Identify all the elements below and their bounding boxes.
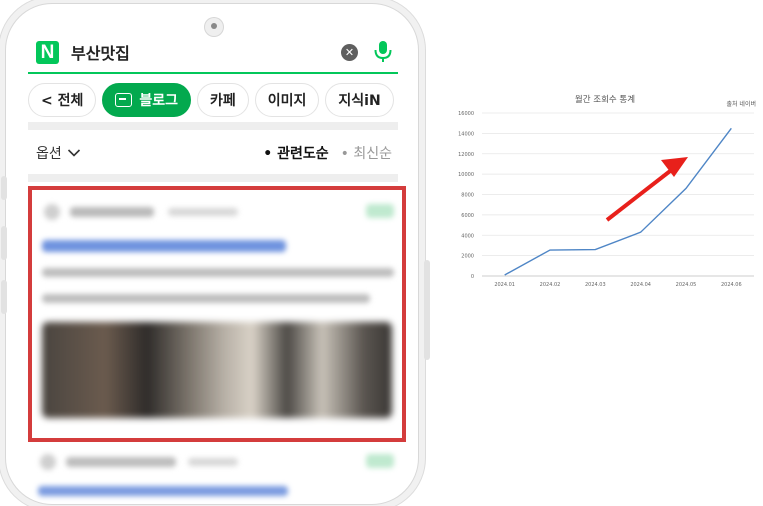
views-series-line: [505, 128, 732, 275]
highlighted-blog-result[interactable]: [28, 186, 406, 442]
tab-blog[interactable]: 블로그: [102, 83, 191, 117]
tab-cafe-label: 카페: [210, 90, 236, 110]
blog-snippet-line: [42, 268, 394, 277]
sort-relevance[interactable]: • 관련도순: [263, 143, 328, 163]
y-tick-label: 16000: [458, 111, 474, 117]
blog-badge: [366, 204, 394, 218]
blog-avatar: [40, 454, 56, 470]
blog-date-text: [168, 208, 238, 216]
x-tick-label: 2024.05: [676, 282, 697, 288]
tab-kin[interactable]: 지식iN: [325, 83, 393, 117]
next-blog-result[interactable]: [28, 446, 398, 506]
tab-kin-label: 지식iN: [338, 90, 380, 110]
sort-options: • 관련도순 • 최신순: [251, 143, 392, 163]
blog-title-link[interactable]: [38, 486, 288, 496]
blog-icon: [115, 93, 132, 107]
options-dropdown[interactable]: 옵션: [36, 143, 251, 163]
search-input[interactable]: 부산맛집: [71, 40, 341, 64]
phone-volume-up: [1, 226, 7, 260]
chart-source: 출처 네이버: [726, 100, 756, 108]
x-tick-label: 2024.03: [585, 282, 606, 288]
blog-title-link[interactable]: [42, 240, 286, 252]
chevron-down-icon: [67, 148, 81, 158]
phone-volume-down: [1, 280, 7, 314]
y-tick-label: 0: [471, 274, 474, 280]
phone-power-button: [424, 260, 430, 360]
blog-author-text: [70, 207, 154, 217]
tab-blog-label: 블로그: [139, 90, 178, 110]
blog-avatar: [44, 204, 60, 220]
naver-logo-icon: N: [36, 41, 59, 64]
trend-arrow: [607, 157, 688, 220]
monthly-views-chart: 월간 조회수 통계 출처 네이버 0 2000 4000 6000 8000 10000 1…: [450, 88, 760, 298]
y-tick-label: 14000: [458, 131, 474, 137]
y-tick-label: 12000: [458, 152, 474, 158]
y-tick-label: 4000: [461, 233, 474, 239]
section-divider: [28, 122, 398, 130]
x-tick-label: 2024.04: [630, 282, 651, 288]
x-tick-label: 2024.01: [494, 282, 515, 288]
sort-latest[interactable]: • 최신순: [341, 143, 392, 163]
options-label: 옵션: [36, 143, 62, 163]
section-divider: [28, 174, 398, 182]
tab-cafe[interactable]: 카페: [197, 83, 249, 117]
tab-all-label: < 전체: [41, 90, 83, 110]
tab-all[interactable]: < 전체: [28, 83, 96, 117]
blog-badge: [366, 454, 394, 468]
y-tick-label: 8000: [461, 193, 474, 199]
phone-frame: N 부산맛집 ✕ < 전체 블로그 카페 이미지 지식iN 옵션 • 관련도순: [6, 4, 418, 504]
tab-image-label: 이미지: [268, 90, 307, 110]
y-tick-label: 2000: [461, 254, 474, 260]
blog-thumbnail-image[interactable]: [42, 322, 392, 418]
x-tick-label: 2024.06: [721, 282, 742, 288]
search-tabs: < 전체 블로그 카페 이미지 지식iN: [28, 82, 400, 118]
x-tick-label: 2024.02: [540, 282, 561, 288]
options-row: 옵션 • 관련도순 • 최신순: [28, 132, 398, 174]
tab-image[interactable]: 이미지: [255, 83, 320, 117]
search-bar[interactable]: N 부산맛집 ✕: [28, 32, 398, 74]
chart-title: 월간 조회수 통계: [575, 94, 635, 105]
microphone-icon[interactable]: [372, 40, 394, 64]
phone-side-button: [1, 176, 7, 200]
blog-date-text: [188, 458, 238, 466]
clear-search-icon[interactable]: ✕: [341, 44, 358, 61]
y-tick-label: 6000: [461, 213, 474, 219]
blog-snippet-line: [42, 294, 370, 303]
y-tick-label: 10000: [458, 172, 474, 178]
blog-author-text: [66, 457, 176, 467]
